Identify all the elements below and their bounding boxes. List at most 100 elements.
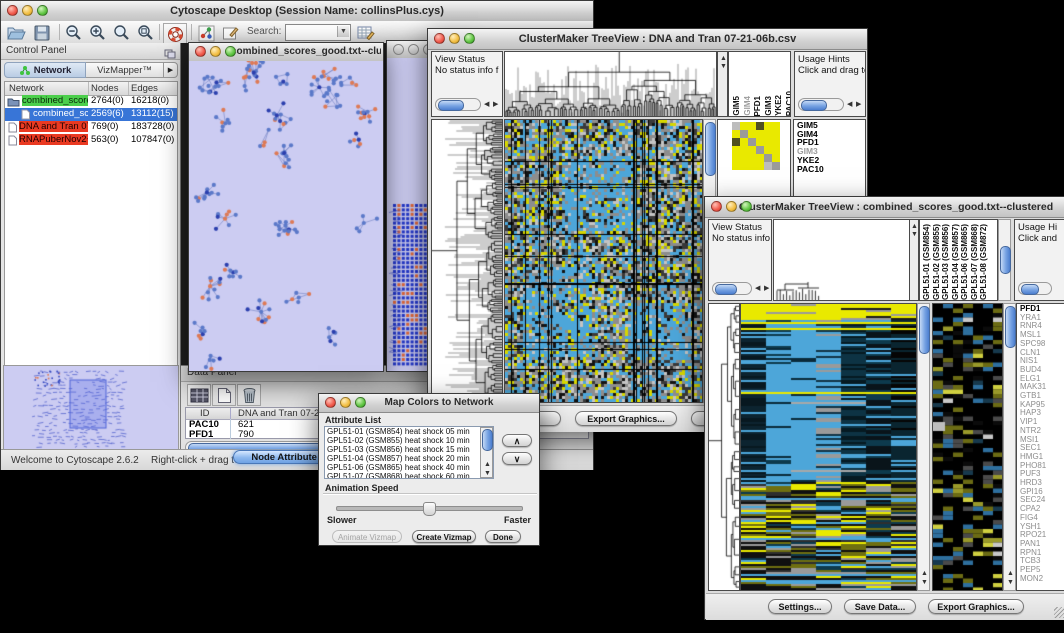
- resize-grip[interactable]: [1054, 607, 1064, 618]
- minimize-button[interactable]: [210, 46, 221, 57]
- zoom-heatmap-canvas[interactable]: [933, 304, 1002, 590]
- zoom-matrix-row[interactable]: [732, 122, 780, 130]
- view-status-hscrollbar[interactable]: [712, 282, 752, 295]
- scroll-down-arrow[interactable]: ▼: [921, 579, 928, 586]
- zoom-matrix-cell[interactable]: [748, 138, 756, 146]
- scroll-right-arrow[interactable]: ▶: [764, 285, 769, 292]
- heatmap-canvas[interactable]: [741, 304, 916, 590]
- zoom-matrix-cell[interactable]: [772, 130, 780, 138]
- vizmapper-button[interactable]: [195, 23, 217, 43]
- column-label[interactable]: YKE2: [774, 95, 784, 116]
- column-dendrogram-panel[interactable]: [504, 51, 717, 117]
- delete-attr-button[interactable]: [237, 384, 261, 406]
- create-vizmap-button[interactable]: Create Vizmap: [412, 530, 476, 543]
- column-scroll-strip[interactable]: ▲ ▼: [909, 219, 919, 301]
- zoom-matrix-cell[interactable]: [732, 122, 740, 130]
- scroll-up-arrow[interactable]: ▲: [720, 55, 727, 62]
- tab-vizmapper[interactable]: VizMapper™: [86, 62, 164, 78]
- close-button[interactable]: [7, 5, 18, 16]
- zoom-matrix-cell[interactable]: [740, 122, 748, 130]
- column-label[interactable]: GPL51-01 (GSM854): [922, 224, 932, 300]
- zoom-matrix-cell[interactable]: [740, 162, 748, 170]
- list-vscrollbar[interactable]: ▲ ▼: [480, 427, 493, 478]
- zoom-matrix-cell[interactable]: [756, 154, 764, 162]
- scroll-down-arrow[interactable]: ▼: [1007, 579, 1014, 586]
- zoom-matrix-cell[interactable]: [740, 146, 748, 154]
- close-button[interactable]: [393, 44, 404, 55]
- annotation-button[interactable]: [219, 23, 241, 43]
- column-label[interactable]: GPL51-04 (GSM857): [951, 224, 961, 300]
- open-session-button[interactable]: [5, 23, 27, 43]
- treeview-dna-titlebar[interactable]: ClusterMaker TreeView : DNA and Tran 07-…: [428, 29, 867, 50]
- export-graphics-button[interactable]: Export Graphics...: [575, 411, 677, 426]
- network-row-rnapuber[interactable]: RNAPuberNov2+ 563(0) 107847(0): [5, 134, 177, 147]
- column-dendrogram-panel[interactable]: [773, 219, 911, 301]
- zoom-matrix-cell[interactable]: [764, 138, 772, 146]
- save-session-button[interactable]: [31, 23, 53, 43]
- scroll-thumb[interactable]: [1000, 246, 1011, 274]
- heatmap-panel[interactable]: [740, 303, 917, 591]
- row-dendrogram-canvas[interactable]: [709, 304, 739, 590]
- column-label[interactable]: GPL51-06 (GSM865): [960, 224, 970, 300]
- heatmap-panel[interactable]: [504, 119, 703, 403]
- scroll-right-arrow[interactable]: ▶: [856, 101, 861, 108]
- dialog-titlebar[interactable]: Map Colors to Network: [319, 394, 539, 413]
- zoom-matrix-cell[interactable]: [740, 154, 748, 162]
- zoom-matrix-cell[interactable]: [740, 138, 748, 146]
- zoom-matrix-row[interactable]: [732, 130, 780, 138]
- zoom-matrix-cell[interactable]: [748, 162, 756, 170]
- zoom-fit-button[interactable]: [111, 23, 133, 43]
- zoom-matrix-cell[interactable]: [740, 130, 748, 138]
- scroll-thumb[interactable]: [919, 306, 930, 354]
- scroll-right-arrow[interactable]: ▶: [493, 101, 498, 108]
- zoom-matrix-cell[interactable]: [756, 130, 764, 138]
- zoom-matrix-cell[interactable]: [732, 138, 740, 146]
- birds-eye-canvas[interactable]: [4, 366, 178, 452]
- column-dendrog​ram-canvas[interactable]: [774, 220, 910, 300]
- zoom-matrix-cell[interactable]: [764, 162, 772, 170]
- zoom-button[interactable]: [464, 33, 475, 44]
- save-data-button[interactable]: Save Data...: [844, 599, 916, 614]
- scroll-left-arrow[interactable]: ◀: [484, 101, 489, 108]
- network-view-canvas[interactable]: [189, 61, 383, 371]
- scroll-up-arrow[interactable]: ▲: [1007, 570, 1014, 577]
- speed-slider-track[interactable]: [336, 506, 523, 511]
- zoom-matrix-cell[interactable]: [764, 146, 772, 154]
- zoom-matrix-cell[interactable]: [772, 162, 780, 170]
- attribute-item[interactable]: GPL51-01 (GSM854) heat shock 05 min: [327, 427, 493, 436]
- scroll-down-arrow[interactable]: ▼: [484, 470, 491, 477]
- zoom-matrix-cell[interactable]: [756, 122, 764, 130]
- heatmap-canvas[interactable]: [505, 120, 702, 402]
- zoom-out-button[interactable]: [63, 23, 85, 43]
- minimize-button[interactable]: [408, 44, 419, 55]
- column-labels-panel[interactable]: GPL51-01 (GSM854)GPL51-02 (GSM855)GPL51-…: [919, 219, 998, 301]
- scroll-up-arrow[interactable]: ▲: [911, 223, 918, 230]
- cytoscape-titlebar[interactable]: Cytoscape Desktop (Session Name: collins…: [1, 1, 593, 22]
- scroll-down-arrow[interactable]: ▼: [720, 63, 727, 70]
- zoom-matrix-cell[interactable]: [748, 146, 756, 154]
- column-labels-vscrollbar[interactable]: [998, 219, 1011, 301]
- view-status-hscrollbar[interactable]: [435, 98, 481, 111]
- close-button[interactable]: [325, 397, 336, 408]
- minimize-button[interactable]: [726, 201, 737, 212]
- zoom-matrix-cell[interactable]: [764, 130, 772, 138]
- zoom-matrix-cell[interactable]: [772, 154, 780, 162]
- scroll-left-arrow[interactable]: ◀: [755, 285, 760, 292]
- row-dendrogram-panel[interactable]: [431, 119, 503, 403]
- zoom-matrix-cell[interactable]: [732, 146, 740, 154]
- network-window-titlebar[interactable]: combined_scores_good.txt--cluste...: [189, 43, 383, 62]
- zoom-matrix-cell[interactable]: [756, 138, 764, 146]
- tab-network[interactable]: Network: [4, 62, 86, 78]
- scroll-down-arrow[interactable]: ▼: [911, 231, 918, 238]
- network-row-dna-tran[interactable]: DNA and Tran 07 769(0) 183728(0): [5, 121, 177, 134]
- zoom-matrix-cell[interactable]: [772, 138, 780, 146]
- attribute-item[interactable]: GPL51-04 (GSM857) heat shock 20 min: [327, 454, 493, 463]
- minimize-button[interactable]: [449, 33, 460, 44]
- zoom-matrix-cell[interactable]: [748, 130, 756, 138]
- column-label[interactable]: GPL51-03 (GSM856): [941, 224, 951, 300]
- zoom-matrix-cell[interactable]: [748, 122, 756, 130]
- zoom-matrix-cell[interactable]: [732, 162, 740, 170]
- row-dendrogram-canvas[interactable]: [432, 120, 502, 402]
- zoom-matrix-cell[interactable]: [732, 154, 740, 162]
- column-dendrogram-canvas[interactable]: [505, 52, 716, 116]
